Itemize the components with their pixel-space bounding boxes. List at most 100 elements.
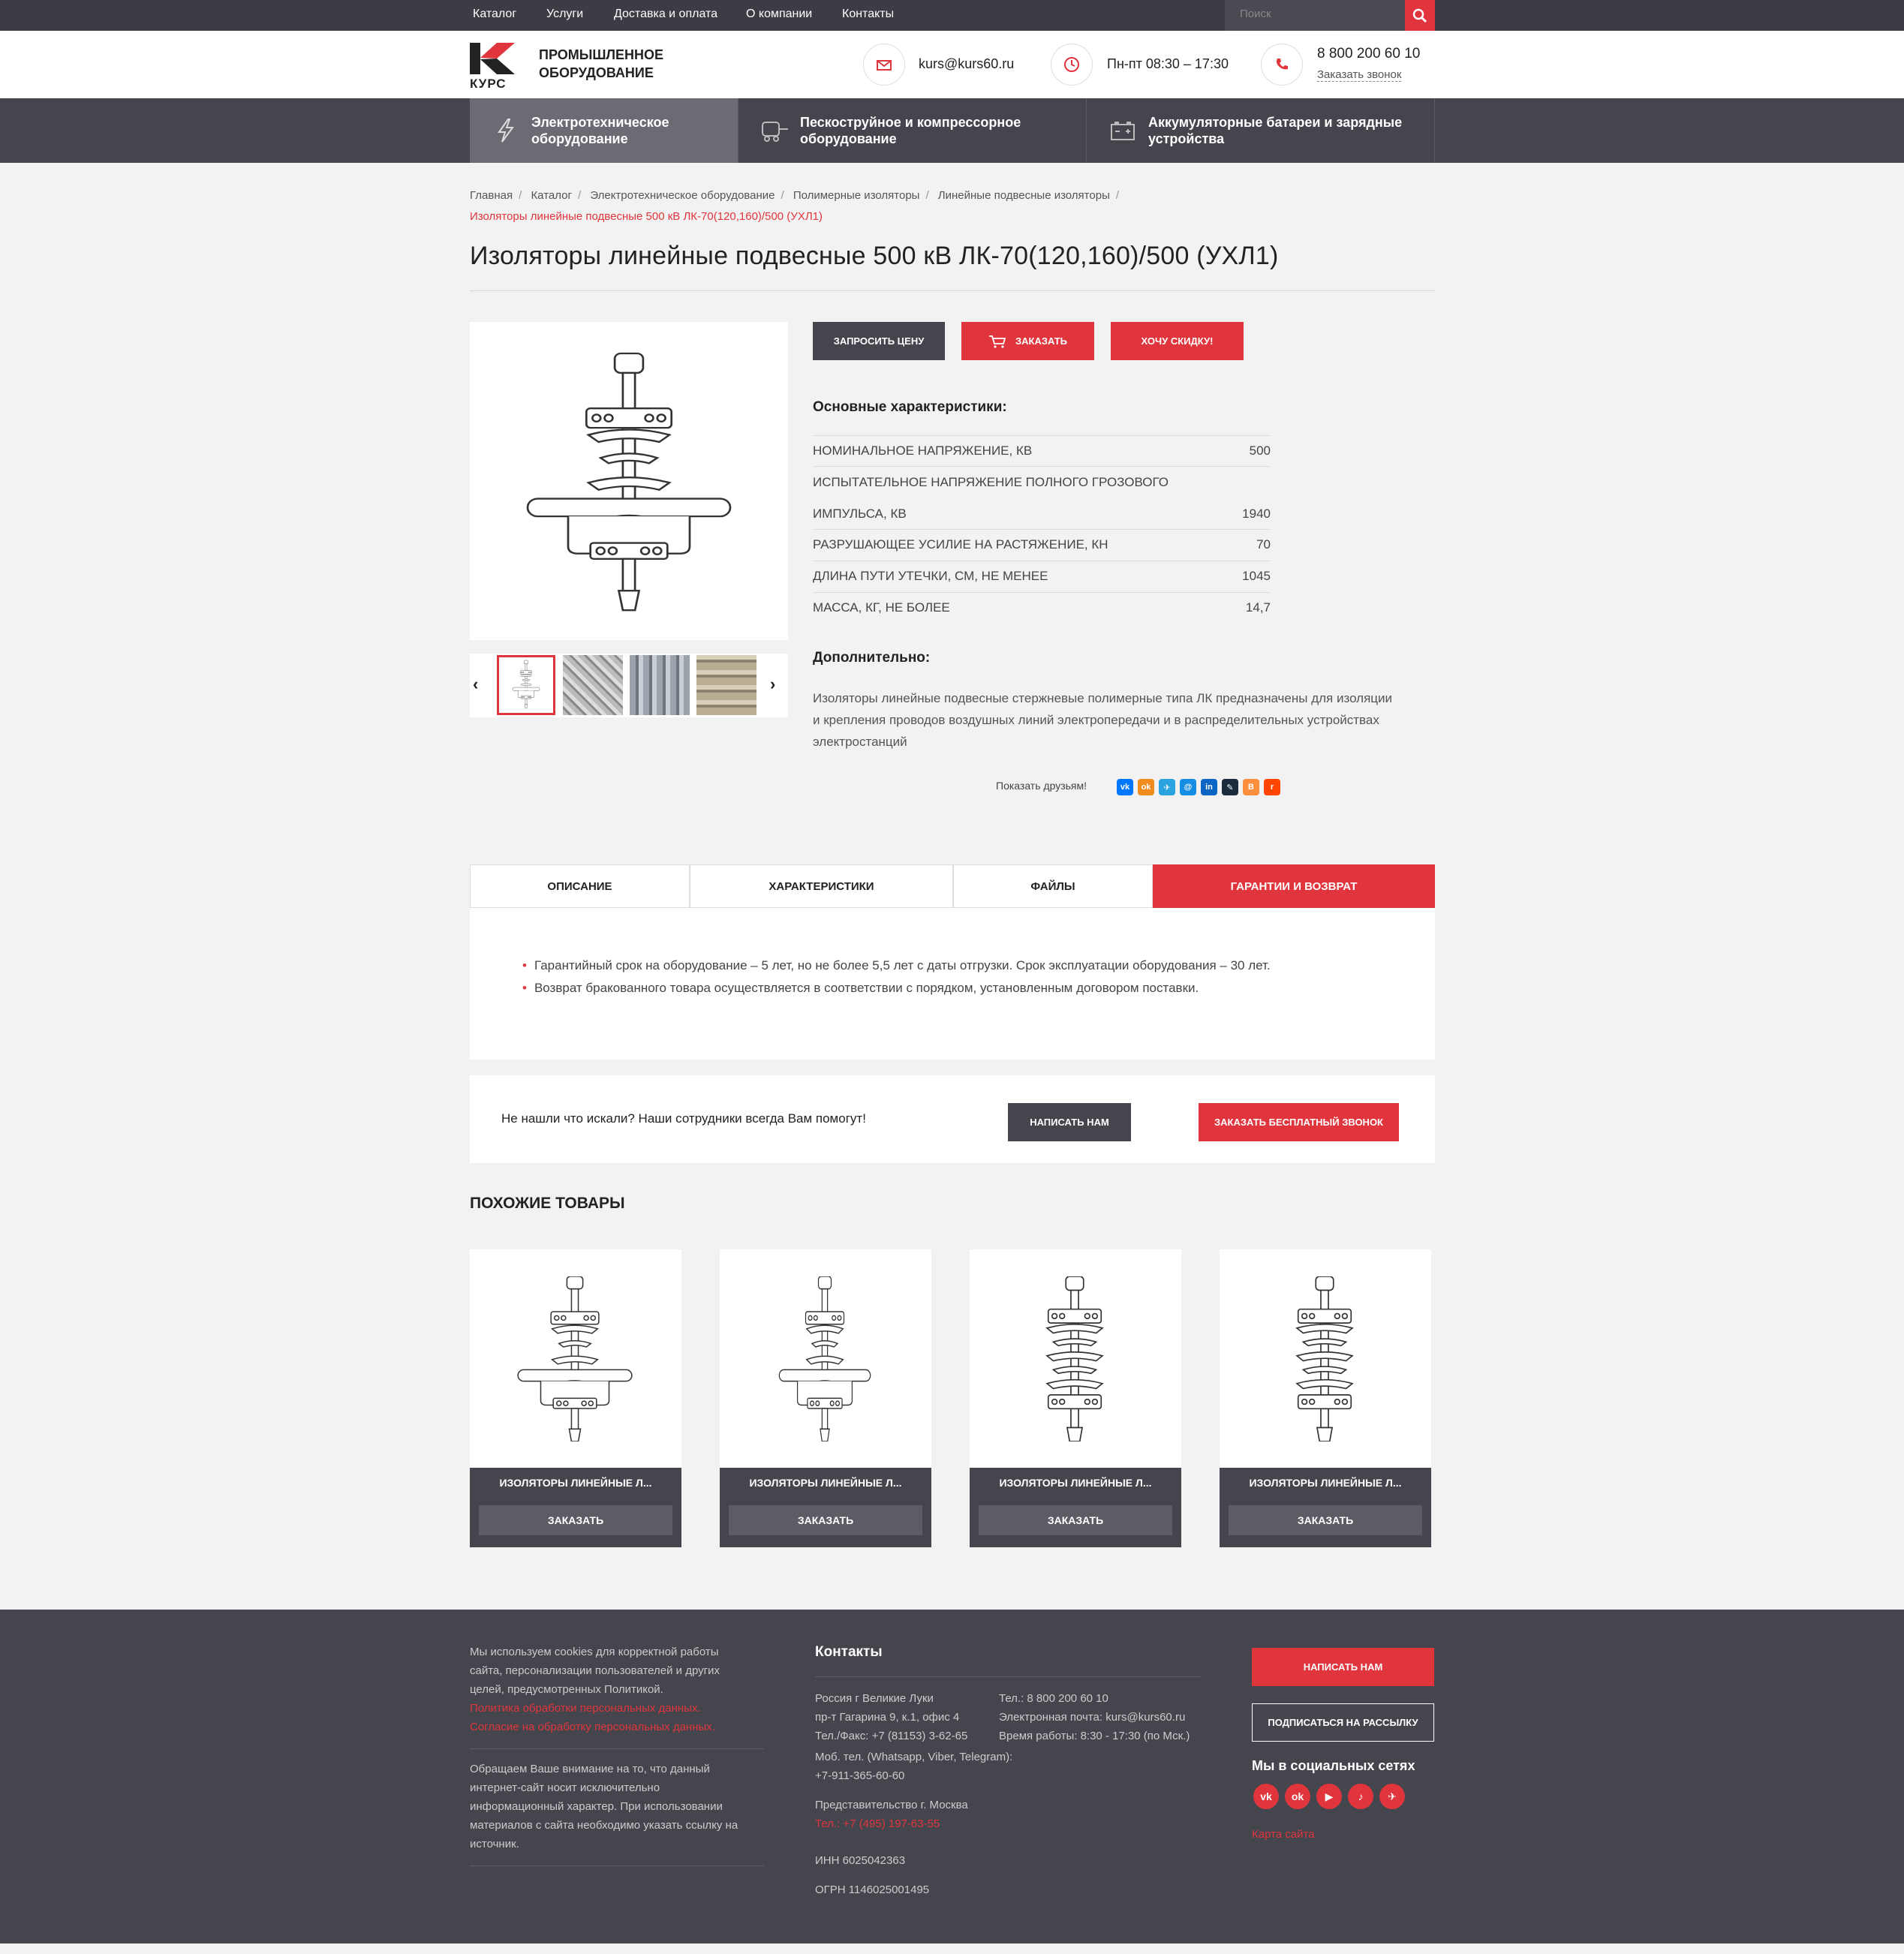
product-card-title[interactable]: ИЗОЛЯТОРЫ ЛИНЕЙНЫЕ Л... bbox=[470, 1477, 681, 1489]
additional-text-line: Изоляторы линейные подвесные стержневые … bbox=[813, 691, 1392, 705]
breadcrumb-electrical[interactable]: Электротехническое оборудование bbox=[590, 189, 775, 202]
free-call-button[interactable]: Заказать бесплатный звонок bbox=[1199, 1103, 1399, 1141]
contacts-title: Контакты bbox=[815, 1644, 883, 1660]
notice-line: материалов с сайта необходимо указать сс… bbox=[470, 1819, 738, 1832]
social-title: Мы в социальных сетях bbox=[1252, 1758, 1415, 1773]
breadcrumb-home[interactable]: Главная bbox=[470, 189, 513, 202]
request-price-button[interactable]: Запросить цену bbox=[813, 322, 945, 360]
footer-divider bbox=[815, 1676, 1201, 1677]
battery-icon bbox=[1111, 122, 1135, 140]
breadcrumb-linear[interactable]: Линейные подвесные изоляторы bbox=[938, 189, 1110, 202]
thumbnail-4[interactable] bbox=[696, 655, 756, 715]
tab-description[interactable]: Описание bbox=[470, 864, 690, 908]
tab-warranty[interactable]: Гарантии и возврат bbox=[1153, 864, 1435, 908]
additional-title: Дополнительно: bbox=[813, 650, 931, 666]
tab-files[interactable]: Файлы bbox=[953, 864, 1153, 908]
mobile-label: Моб. тел. (Whatsapp, Viber, Telegram): bbox=[815, 1751, 1013, 1763]
notice-line: источник. bbox=[470, 1838, 519, 1850]
breadcrumb-polymer[interactable]: Полимерные изоляторы bbox=[793, 189, 920, 202]
footer-phones: Тел.: 8 800 200 60 10 Электронная почта:… bbox=[999, 1689, 1190, 1745]
social-vk-icon[interactable]: vk bbox=[1253, 1784, 1279, 1809]
share-ok-icon[interactable]: ok bbox=[1138, 779, 1154, 795]
footer-divider bbox=[470, 1865, 764, 1866]
share-blogger-icon[interactable]: B bbox=[1243, 779, 1259, 795]
cart-icon bbox=[988, 335, 1006, 348]
category-batteries[interactable]: Аккумуляторные батареи и зарядные устройс… bbox=[1087, 98, 1435, 163]
social-tiktok-icon[interactable]: ♪ bbox=[1348, 1784, 1373, 1809]
footer: Мы используем cookies для корректной раб… bbox=[0, 1610, 1904, 1943]
category-sandblasting-label-1: Пескоструйное и компрессорное bbox=[800, 115, 1021, 130]
spec-value: 14,7 bbox=[1245, 600, 1271, 615]
product-card[interactable]: ИЗОЛЯТОРЫ ЛИНЕЙНЫЕ Л... ЗАКАЗАТЬ bbox=[970, 1249, 1181, 1547]
spec-value: 1045 bbox=[1242, 569, 1271, 583]
spec-name: ИСПЫТАТЕЛЬНОЕ НАПРЯЖЕНИЕ ПОЛНОГО ГРОЗОВО… bbox=[813, 475, 1169, 489]
topnav-catalog[interactable]: Каталог bbox=[473, 8, 516, 21]
site-header: КУРС ПРОМЫШЛЕННОЕ ОБОРУДОВАНИЕ kurs@kurs… bbox=[0, 31, 1904, 98]
spec-name: ИМПУЛЬСА, КВ bbox=[813, 507, 907, 521]
product-card-title[interactable]: ИЗОЛЯТОРЫ ЛИНЕЙНЫЕ Л... bbox=[1220, 1477, 1431, 1489]
help-box: Не нашли что искали? Наши сотрудники все… bbox=[470, 1075, 1435, 1163]
order-button[interactable]: Заказать bbox=[961, 322, 1094, 360]
share-linkedin-icon[interactable]: in bbox=[1201, 779, 1217, 795]
thumbnail-3[interactable] bbox=[630, 655, 690, 715]
specs-title: Основные характеристики: bbox=[813, 399, 1007, 415]
email-icon-circle bbox=[863, 44, 905, 86]
header-hours: Пн-пт 08:30 – 17:30 bbox=[1107, 56, 1229, 71]
product-card-order-button[interactable]: ЗАКАЗАТЬ bbox=[479, 1505, 672, 1535]
search-input[interactable]: Поиск bbox=[1225, 0, 1405, 31]
mobile-phone[interactable]: +7-911-365-60-60 bbox=[815, 1766, 1012, 1785]
footer-write-button[interactable]: Написать нам bbox=[1252, 1648, 1434, 1686]
product-card-order-button[interactable]: ЗАКАЗАТЬ bbox=[729, 1505, 922, 1535]
breadcrumb-catalog[interactable]: Каталог bbox=[531, 189, 572, 202]
cookies-line: Мы используем cookies для корректной раб… bbox=[470, 1646, 719, 1658]
breadcrumb-current: Изоляторы линейные подвесные 500 кВ ЛК-7… bbox=[470, 210, 823, 223]
thumb-next-arrow-icon[interactable]: › bbox=[770, 675, 775, 694]
category-sandblasting-label-2: оборудование bbox=[800, 131, 897, 146]
footer-address: Россия г Великие Луки пр-т Гагарина 9, к… bbox=[815, 1689, 967, 1745]
topnav-services[interactable]: Услуги bbox=[546, 8, 583, 21]
product-card-title[interactable]: ИЗОЛЯТОРЫ ЛИНЕЙНЫЕ Л... bbox=[970, 1477, 1181, 1489]
thumbnail-1[interactable] bbox=[497, 655, 555, 715]
topnav-delivery[interactable]: Доставка и оплата bbox=[614, 8, 717, 21]
insulator-card-image bbox=[778, 1276, 871, 1441]
write-us-button[interactable]: Написать нам bbox=[1008, 1103, 1131, 1141]
subscribe-button[interactable]: Подписаться на рассылку bbox=[1252, 1703, 1434, 1742]
lightning-icon bbox=[498, 119, 514, 143]
sitemap-link[interactable]: Карта сайта bbox=[1252, 1825, 1315, 1844]
product-card[interactable]: ИЗОЛЯТОРЫ ЛИНЕЙНЫЕ Л... ЗАКАЗАТЬ bbox=[470, 1249, 681, 1547]
privacy-policy-link[interactable]: Политика обработки персональных данных. bbox=[470, 1699, 720, 1718]
hours-line: Время работы: 8:30 - 17:30 (по Мск.) bbox=[999, 1730, 1190, 1742]
header-phone[interactable]: 8 800 200 60 10 bbox=[1317, 46, 1420, 62]
share-telegram-icon[interactable]: ✈ bbox=[1159, 779, 1175, 795]
product-card[interactable]: ИЗОЛЯТОРЫ ЛИНЕЙНЫЕ Л... ЗАКАЗАТЬ bbox=[1220, 1249, 1431, 1547]
social-telegram-icon[interactable]: ✈ bbox=[1379, 1784, 1405, 1809]
discount-button[interactable]: Хочу скидку! bbox=[1111, 322, 1244, 360]
product-card-order-button[interactable]: ЗАКАЗАТЬ bbox=[1229, 1505, 1422, 1535]
product-card-order-button[interactable]: ЗАКАЗАТЬ bbox=[979, 1505, 1172, 1535]
address-line: Россия г Великие Луки bbox=[815, 1692, 934, 1705]
clock-icon-circle bbox=[1051, 44, 1093, 86]
share-mailru-icon[interactable]: @ bbox=[1180, 779, 1196, 795]
category-electrical[interactable]: Электротехническое оборудование bbox=[470, 98, 738, 163]
product-card[interactable]: ИЗОЛЯТОРЫ ЛИНЕЙНЫЕ Л... ЗАКАЗАТЬ bbox=[720, 1249, 931, 1547]
additional-text-line: и крепления проводов воздушных линий эле… bbox=[813, 713, 1379, 727]
consent-link[interactable]: Согласие на обработку персональных данны… bbox=[470, 1718, 720, 1736]
topnav-contacts[interactable]: Контакты bbox=[842, 8, 894, 21]
tab-characteristics[interactable]: Характеристики bbox=[690, 864, 953, 908]
thumb-prev-arrow-icon[interactable]: ‹ bbox=[473, 675, 478, 694]
share-vk-icon[interactable]: vk bbox=[1117, 779, 1133, 795]
product-main-image[interactable] bbox=[470, 322, 788, 640]
header-email[interactable]: kurs@kurs60.ru bbox=[919, 56, 1014, 72]
product-card-title[interactable]: ИЗОЛЯТОРЫ ЛИНЕЙНЫЕ Л... bbox=[720, 1477, 931, 1489]
category-sandblasting[interactable]: Пескоструйное и компрессорное оборудовани… bbox=[738, 98, 1087, 163]
moscow-phone[interactable]: Тел.: +7 (495) 197-63-55 bbox=[815, 1814, 968, 1833]
share-livejournal-icon[interactable]: ✎ bbox=[1222, 779, 1238, 795]
search-button[interactable] bbox=[1405, 0, 1435, 31]
callback-link[interactable]: Заказать звонок bbox=[1317, 68, 1402, 82]
social-youtube-icon[interactable]: ▶ bbox=[1316, 1784, 1342, 1809]
topnav-about[interactable]: О компании bbox=[746, 8, 812, 21]
logo[interactable]: КУРС bbox=[470, 43, 518, 91]
share-reddit-icon[interactable]: r bbox=[1264, 779, 1280, 795]
social-ok-icon[interactable]: ok bbox=[1285, 1784, 1310, 1809]
thumbnail-2[interactable] bbox=[563, 655, 623, 715]
